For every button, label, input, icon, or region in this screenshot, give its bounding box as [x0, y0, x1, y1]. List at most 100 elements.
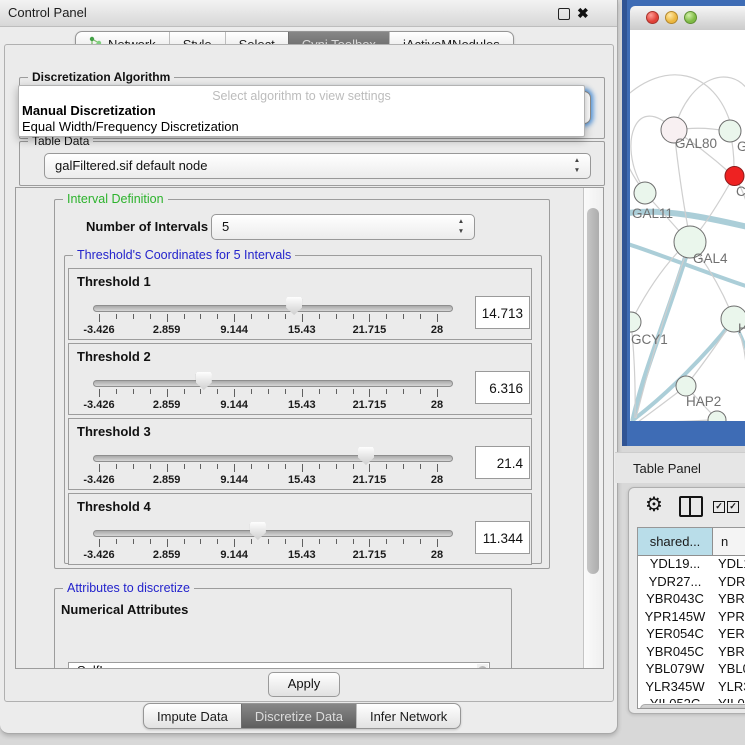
gear-icon[interactable]: ⚙: [645, 492, 663, 517]
threshold-1-label: Threshold 1: [77, 274, 151, 289]
slider-track[interactable]: [93, 380, 453, 387]
apply-button[interactable]: Apply: [268, 672, 340, 697]
slider-ticks: -3.4262.8599.14415.4321.71528: [99, 314, 437, 344]
threshold-3-slider[interactable]: -3.4262.8599.14415.4321.71528: [99, 447, 437, 487]
table-panel-title: Table Panel: [633, 461, 701, 476]
threshold-1-value-field[interactable]: 14.713: [475, 296, 530, 329]
zoom-traffic-light-icon[interactable]: [684, 11, 697, 24]
slider-track[interactable]: [93, 530, 453, 537]
window-title: Control Panel: [8, 5, 87, 20]
table-row[interactable]: YIL052CYIL0: [638, 695, 745, 703]
table-data-combobox[interactable]: galFiltered.sif default node ▲▼: [44, 153, 591, 179]
minimize-traffic-light-icon[interactable]: [665, 11, 678, 24]
float-window-icon[interactable]: [558, 8, 570, 20]
combo-stepper-icon: ▲▼: [456, 217, 466, 237]
table-row[interactable]: YBR045CYBR0: [638, 643, 745, 661]
close-traffic-light-icon[interactable]: [646, 11, 659, 24]
threshold-2-panel: Threshold 2 -3.4262.8599.14415.4321.7152…: [68, 343, 532, 415]
close-icon[interactable]: ✖: [577, 4, 589, 22]
threshold-2-label: Threshold 2: [77, 349, 151, 364]
numerical-attributes-label: Numerical Attributes: [61, 602, 188, 617]
slider-thumb[interactable]: [286, 297, 302, 315]
threshold-4-panel: Threshold 4 -3.4262.8599.14415.4321.7152…: [68, 493, 532, 565]
threshold-1-panel: Threshold 1 -3.4262.8599.14415.4321.7152…: [68, 268, 532, 340]
table-panel-window: ⚙ ✓ ✓ shared... n YDL19...YDL1 YDR27...Y…: [628, 487, 745, 714]
threshold-4-slider[interactable]: -3.4262.8599.14415.4321.71528: [99, 522, 437, 562]
scrollbar-thumb[interactable]: [478, 666, 487, 669]
network-window-titlebar: [630, 6, 745, 31]
numerical-attributes-list[interactable]: SelfLoops TopologicalCoefficient Between…: [68, 662, 490, 669]
node-attribute-table: shared... n YDL19...YDL1 YDR27...YDR2 YB…: [637, 527, 745, 709]
checkbox-icon[interactable]: ✓: [713, 501, 725, 513]
table-row[interactable]: YDL19...YDL1: [638, 555, 745, 573]
slider-ticks: -3.4262.8599.14415.4321.71528: [99, 389, 437, 419]
window-frame-edge: [622, 0, 627, 446]
list-item[interactable]: SelfLoops: [69, 663, 489, 669]
interval-definition-title: Interval Definition: [63, 192, 168, 206]
node-label: GCY1: [631, 332, 668, 347]
table-row[interactable]: YPR145WYPR1: [638, 608, 745, 626]
tab-infer-network[interactable]: Infer Network: [356, 704, 460, 728]
settings-scroll-viewport: Interval Definition Number of Intervals …: [15, 187, 604, 669]
threshold-1-slider[interactable]: -3.4262.8599.14415.4321.71528: [99, 297, 437, 337]
node-label: GAL4: [693, 251, 728, 266]
control-panel-titlebar: Control Panel ✖: [0, 0, 617, 27]
cyni-bottom-tabs: Impute Data Discretize Data Infer Networ…: [143, 703, 461, 729]
node-hap2[interactable]: [676, 376, 696, 396]
column-header-shared-name[interactable]: shared...: [638, 528, 713, 555]
node-gal11[interactable]: [634, 182, 656, 204]
node-label: H: [738, 321, 745, 336]
table-row[interactable]: YDR27...YDR2: [638, 573, 745, 591]
table-horizontal-scrollbar[interactable]: [640, 704, 745, 709]
number-of-intervals-combobox[interactable]: 5 ▲▼: [211, 214, 475, 240]
slider-thumb[interactable]: [358, 447, 374, 465]
table-data-selected: galFiltered.sif default node: [55, 154, 207, 178]
discretization-algorithm-group-title: Discretization Algorithm: [28, 70, 174, 84]
scrollbar-thumb[interactable]: [640, 704, 745, 709]
table-row[interactable]: YLR345WYLR3: [638, 678, 745, 696]
split-view-icon[interactable]: [679, 496, 703, 517]
combo-stepper-icon: ▲▼: [572, 156, 582, 176]
algorithm-popup-hint: Select algorithm to view settings: [19, 89, 584, 103]
control-panel-window: Control Panel ✖ Network: [0, 0, 618, 734]
threshold-2-slider[interactable]: -3.4262.8599.14415.4321.71528: [99, 372, 437, 412]
node-selected-red[interactable]: [725, 167, 744, 186]
algorithm-option-manual[interactable]: Manual Discretization: [22, 103, 156, 118]
node-label: HAP2: [686, 394, 721, 409]
table-data-group: Table Data galFiltered.sif default node …: [19, 141, 605, 186]
node-gcy1[interactable]: [630, 312, 641, 332]
threshold-3-label: Threshold 3: [77, 424, 151, 439]
checkbox-icon[interactable]: ✓: [727, 501, 739, 513]
network-canvas[interactable]: GAL80 G C GAL11 GAL4 GCY1 H HAP2: [630, 30, 745, 421]
threshold-4-value-field[interactable]: 11.344: [475, 521, 530, 554]
scrollbar-thumb[interactable]: [587, 208, 599, 574]
algorithm-option-equal-width[interactable]: Equal Width/Frequency Discretization: [22, 119, 239, 134]
attributes-group: Attributes to discretize: [54, 588, 512, 669]
threshold-2-value-field[interactable]: 6.316: [475, 371, 530, 404]
algorithm-popup: Select algorithm to view settings Manual…: [18, 85, 585, 137]
node-label: G: [737, 139, 745, 154]
settings-scrollbar[interactable]: [583, 188, 603, 668]
attributes-list-scrollbar[interactable]: [477, 664, 488, 669]
column-header-name[interactable]: n: [713, 528, 745, 555]
node-label: GAL11: [632, 206, 673, 221]
table-row[interactable]: YBL079WYBL0: [638, 660, 745, 678]
attributes-group-title: Attributes to discretize: [63, 581, 194, 595]
slider-thumb[interactable]: [250, 522, 266, 540]
table-panel-header: Table Panel: [615, 452, 745, 483]
node-label: GAL80: [675, 136, 717, 151]
thresholds-group-title: Threshold's Coordinates for 5 Intervals: [73, 248, 295, 262]
tab-discretize-data[interactable]: Discretize Data: [241, 704, 356, 728]
network-view-window: GAL80 G C GAL11 GAL4 GCY1 H HAP2: [622, 0, 745, 446]
threshold-3-panel: Threshold 3 -3.4262.8599.14415.4321.7152…: [68, 418, 532, 490]
tab-impute-data[interactable]: Impute Data: [144, 704, 241, 728]
table-row[interactable]: YBR043CYBR0: [638, 590, 745, 608]
threshold-3-value-field[interactable]: 21.4: [475, 446, 530, 479]
screen: Control Panel ✖ Network: [0, 0, 745, 745]
slider-track[interactable]: [93, 305, 453, 312]
table-row[interactable]: YER054CYER0: [638, 625, 745, 643]
number-of-intervals-value: 5: [222, 215, 229, 239]
slider-thumb[interactable]: [196, 372, 212, 390]
slider-track[interactable]: [93, 455, 453, 462]
network-graph: GAL80 G C GAL11 GAL4 GCY1 H HAP2: [630, 30, 745, 421]
